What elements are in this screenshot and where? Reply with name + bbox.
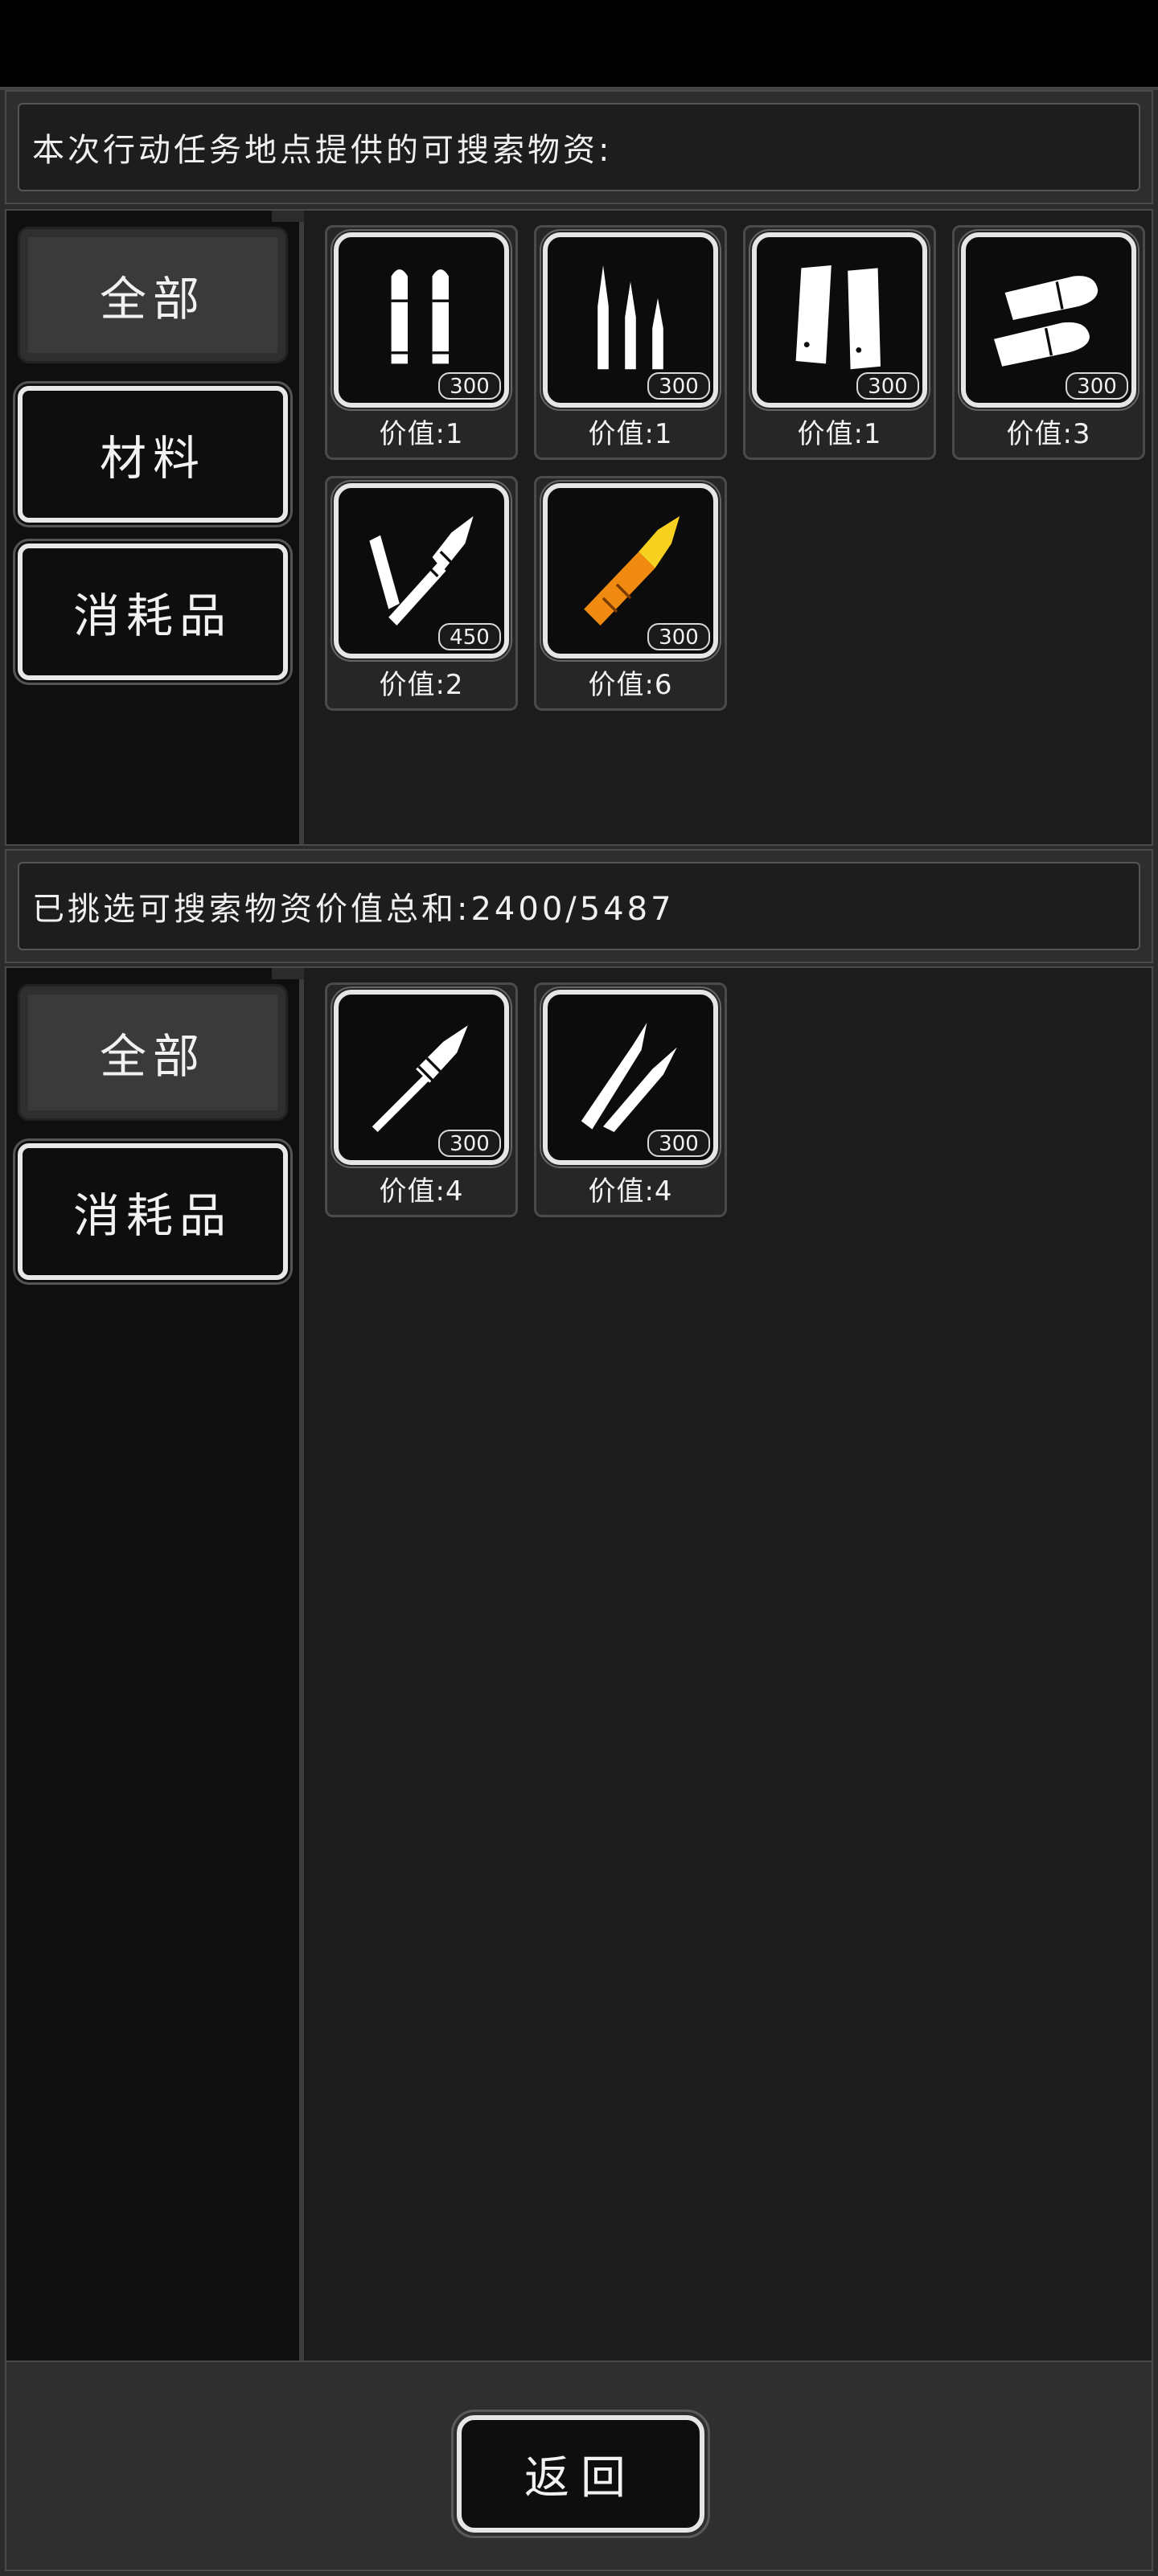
item-card[interactable]: 300 价值:6 bbox=[534, 476, 727, 711]
heavy-bullets-icon: 300 bbox=[958, 229, 1140, 411]
quantity-badge: 300 bbox=[438, 372, 501, 400]
tab-consumables[interactable]: 消耗品 bbox=[13, 539, 293, 685]
rifle-ammo-icon: 300 bbox=[540, 229, 721, 411]
available-items-grid: 300 价值:1 300 价值:1 300 价值:1 300 价值:3 450 … bbox=[304, 211, 1152, 844]
item-card[interactable]: 300 价值:4 bbox=[534, 982, 727, 1217]
selected-items-grid: 300 价值:4 300 价值:4 bbox=[304, 968, 1152, 2441]
quantity-badge: 300 bbox=[1066, 372, 1128, 400]
tab-consumables[interactable]: 消耗品 bbox=[13, 1138, 293, 1285]
item-value: 价值:3 bbox=[1006, 418, 1091, 450]
item-value: 价值:6 bbox=[588, 669, 673, 701]
rocket-parts-icon: 450 bbox=[331, 480, 512, 662]
quantity-badge: 300 bbox=[856, 372, 919, 400]
available-category-sidebar: 全部 材料 消耗品 bbox=[6, 211, 304, 844]
selected-value-header: 已挑选可搜索物资价值总和:2400/5487 bbox=[5, 849, 1153, 963]
item-card[interactable]: 300 价值:1 bbox=[534, 225, 727, 460]
item-card[interactable]: 300 价值:1 bbox=[743, 225, 936, 460]
item-value: 价值:1 bbox=[379, 418, 464, 450]
sniper-rounds-icon: 300 bbox=[540, 987, 721, 1168]
item-value: 价值:4 bbox=[379, 1175, 464, 1208]
item-value: 价值:1 bbox=[588, 418, 673, 450]
pistol-ammo-icon: 300 bbox=[331, 229, 512, 411]
selected-value-title: 已挑选可搜索物资价值总和:2400/5487 bbox=[18, 862, 1140, 950]
quantity-badge: 300 bbox=[647, 372, 710, 400]
item-value: 价值:2 bbox=[379, 669, 464, 701]
item-value: 价值:1 bbox=[797, 418, 882, 450]
orange-rocket-icon: 300 bbox=[540, 480, 721, 662]
quantity-badge: 450 bbox=[438, 623, 501, 650]
quantity-badge: 300 bbox=[647, 1130, 710, 1157]
back-button[interactable]: 返回 bbox=[451, 2410, 710, 2538]
tab-all[interactable]: 全部 bbox=[18, 227, 288, 363]
shotgun-shells-icon: 300 bbox=[749, 229, 930, 411]
main-frame: 本次行动任务地点提供的可搜索物资: 全部 材料 消耗品 300 价值:1 300… bbox=[0, 87, 1158, 2576]
item-card[interactable]: 300 价值:1 bbox=[325, 225, 518, 460]
available-supplies-panel: 全部 材料 消耗品 300 价值:1 300 价值:1 300 价值:1 300… bbox=[5, 209, 1153, 846]
selected-supplies-panel: 全部 消耗品 300 价值:4 300 价值:4 bbox=[5, 966, 1153, 2443]
quantity-badge: 300 bbox=[647, 623, 710, 650]
rocket-shell-icon: 300 bbox=[331, 987, 512, 1168]
footer-bar: 返回 bbox=[5, 2361, 1153, 2571]
available-supplies-title: 本次行动任务地点提供的可搜索物资: bbox=[18, 103, 1140, 191]
quantity-badge: 300 bbox=[438, 1130, 501, 1157]
item-value: 价值:4 bbox=[588, 1175, 673, 1208]
tab-all[interactable]: 全部 bbox=[18, 984, 288, 1121]
tab-materials[interactable]: 材料 bbox=[13, 381, 293, 527]
status-bar bbox=[0, 0, 1158, 87]
item-card[interactable]: 450 价值:2 bbox=[325, 476, 518, 711]
item-card[interactable]: 300 价值:3 bbox=[952, 225, 1145, 460]
item-card[interactable]: 300 价值:4 bbox=[325, 982, 518, 1217]
available-supplies-header: 本次行动任务地点提供的可搜索物资: bbox=[5, 90, 1153, 204]
selected-category-sidebar: 全部 消耗品 bbox=[6, 968, 304, 2441]
